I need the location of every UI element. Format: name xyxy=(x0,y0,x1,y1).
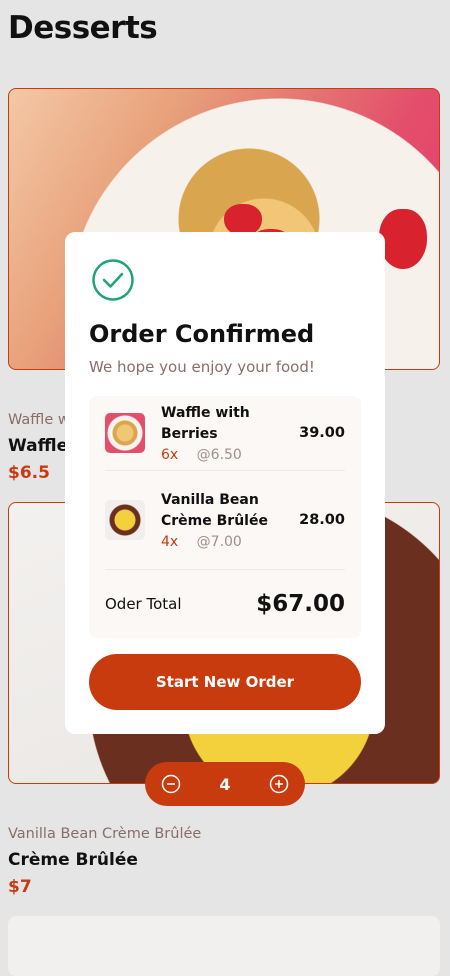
order-total-row: Oder Total $67.00 xyxy=(105,570,345,638)
item-name: Waffle with Berries xyxy=(161,405,250,442)
item-unit-price: @7.00 xyxy=(196,534,242,550)
order-item: Waffle with Berries 6x @6.50 39.00 xyxy=(105,396,345,471)
order-item: Vanilla Bean Crème Brûlée 4x @7.00 28.00 xyxy=(105,471,345,570)
start-new-order-button[interactable]: Start New Order xyxy=(89,654,361,710)
item-thumbnail xyxy=(105,500,145,540)
item-quantity: 4x xyxy=(161,534,179,550)
item-total: 39.00 xyxy=(299,425,345,441)
item-total: 28.00 xyxy=(299,512,345,528)
item-name: Vanilla Bean Crème Brûlée xyxy=(161,492,268,529)
order-total-value: $67.00 xyxy=(256,591,345,617)
item-unit-price: @6.50 xyxy=(196,447,242,463)
item-thumbnail xyxy=(105,413,145,453)
order-confirmed-modal: Order Confirmed We hope you enjoy your f… xyxy=(65,232,385,734)
item-quantity: 6x xyxy=(161,447,179,463)
order-summary: Waffle with Berries 6x @6.50 39.00 Vanil… xyxy=(89,396,361,638)
modal-title: Order Confirmed xyxy=(89,320,315,348)
modal-subtitle: We hope you enjoy your food! xyxy=(89,358,315,376)
order-total-label: Oder Total xyxy=(105,595,182,613)
check-circle-icon xyxy=(92,259,134,301)
